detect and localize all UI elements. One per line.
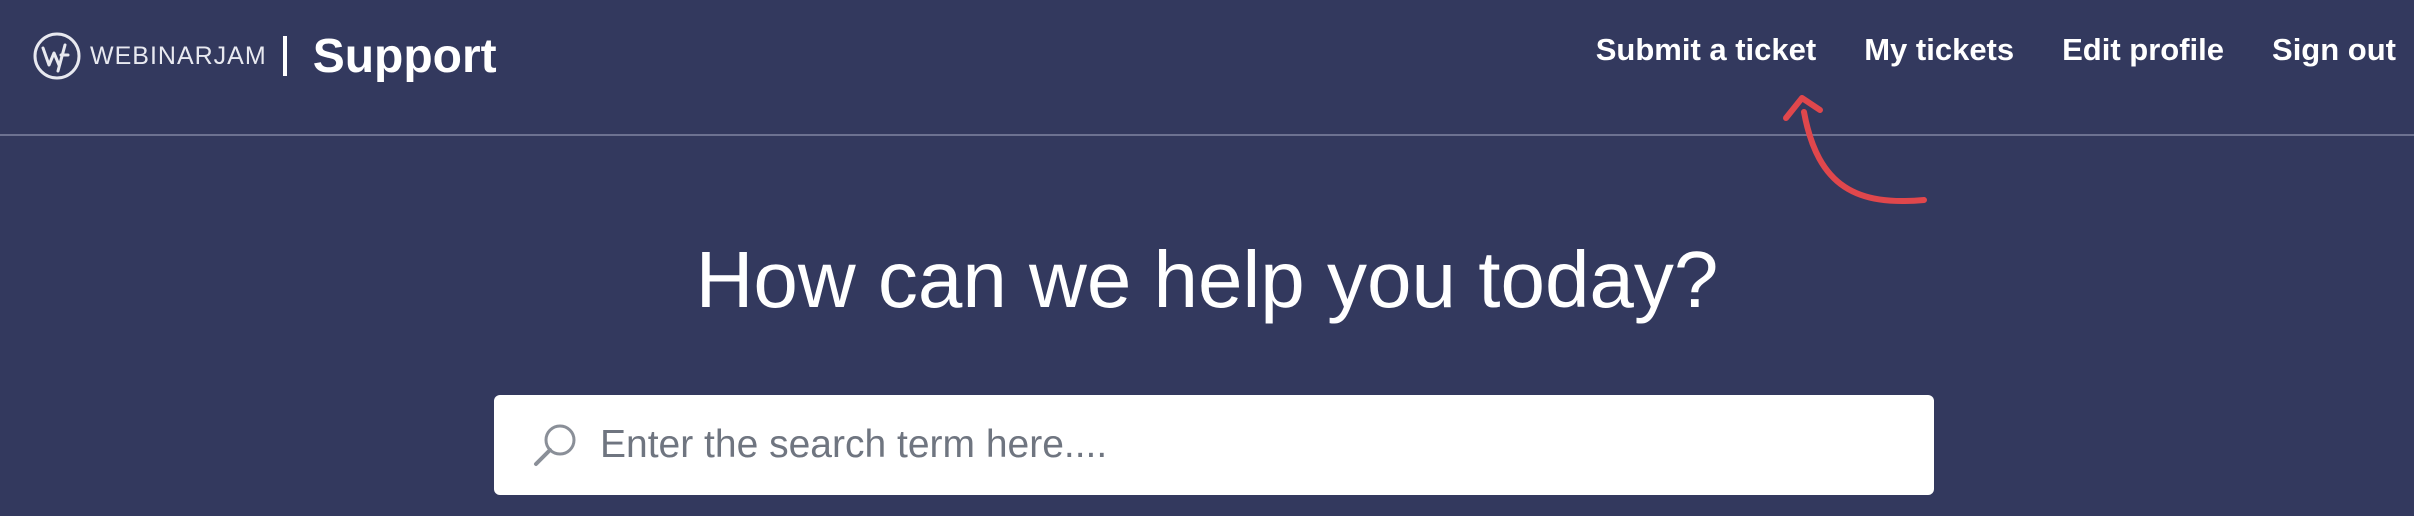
brand-divider bbox=[282, 36, 287, 76]
site-header: WEBINARJAM Support Submit a ticket My ti… bbox=[0, 0, 2414, 136]
hero-title: How can we help you today? bbox=[695, 235, 1719, 324]
brand[interactable]: WEBINARJAM Support bbox=[32, 28, 497, 84]
nav-my-tickets-link[interactable]: My tickets bbox=[1864, 32, 2014, 68]
top-nav: Submit a ticket My tickets Edit profile … bbox=[1596, 32, 2396, 68]
nav-sign-out-link[interactable]: Sign out bbox=[2272, 32, 2396, 68]
page-title: Support bbox=[312, 29, 497, 83]
nav-submit-ticket-link[interactable]: Submit a ticket bbox=[1596, 32, 1817, 68]
search-icon[interactable] bbox=[530, 420, 580, 470]
curved-arrow-icon bbox=[1783, 95, 1927, 205]
support-page: WEBINARJAM Support Submit a ticket My ti… bbox=[0, 0, 2414, 516]
search-input[interactable] bbox=[600, 405, 1900, 485]
webinarjam-logo-icon bbox=[33, 32, 81, 80]
search-box[interactable] bbox=[494, 395, 1934, 495]
logo-text: WEBINARJAM bbox=[90, 41, 267, 70]
nav-edit-profile-link[interactable]: Edit profile bbox=[2062, 32, 2224, 68]
